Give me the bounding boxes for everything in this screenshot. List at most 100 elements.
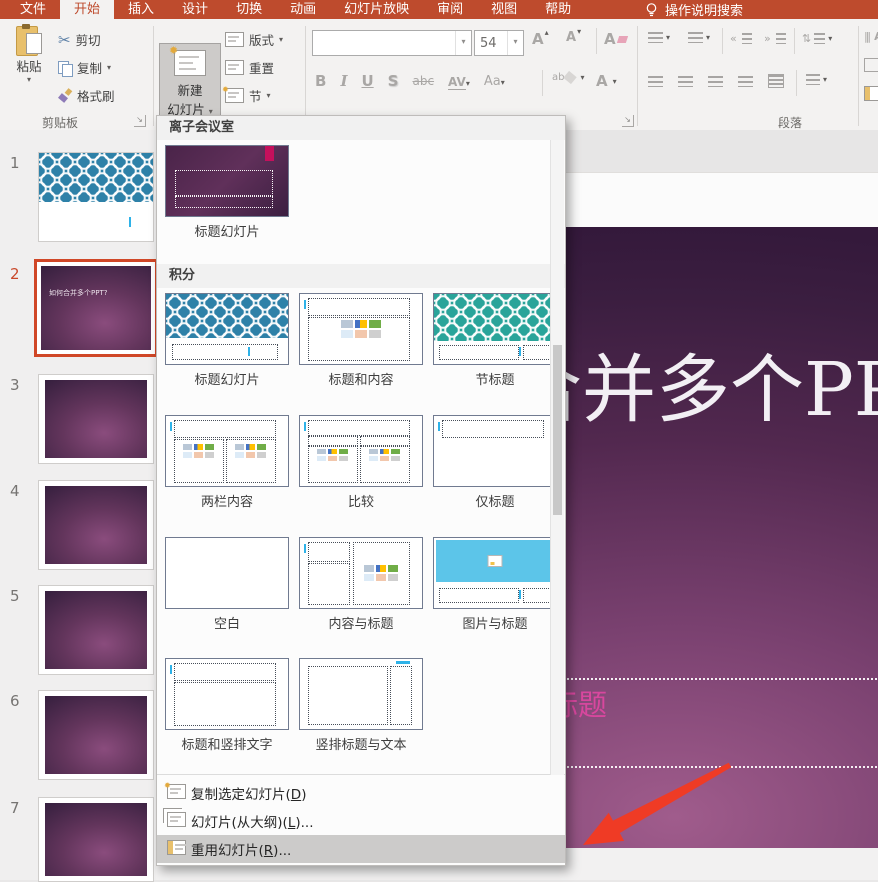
tab-animations[interactable]: 动画 — [276, 0, 330, 19]
slide-1-thumb[interactable] — [38, 152, 154, 242]
align-center-button[interactable] — [678, 76, 693, 87]
clear-formatting-button[interactable]: A — [604, 30, 627, 48]
layout-option-title-slide[interactable]: 标题幻灯片 — [165, 293, 289, 388]
font-dialog-launcher[interactable]: ↘ — [622, 115, 634, 127]
layout-option-title-and-content[interactable]: 标题和内容 — [299, 293, 423, 388]
change-case-button[interactable]: Aa▾ — [484, 73, 505, 89]
tab-design[interactable]: 设计 — [168, 0, 222, 19]
layout-option-section-header[interactable]: 节标题 — [433, 293, 557, 388]
slide-2-thumb-selected[interactable]: 如何合并多个PPT? — [34, 259, 158, 357]
layout-option-picture-with-caption[interactable]: 图片与标题 — [433, 537, 557, 632]
distribute-button[interactable] — [768, 74, 784, 88]
bullets-button[interactable]: ▾ — [648, 32, 670, 43]
layout-thumbnail — [299, 537, 423, 609]
font-color-button[interactable]: A ▾ — [596, 72, 617, 90]
decrease-font-button[interactable]: A▾ — [566, 30, 585, 45]
align-left-button[interactable] — [648, 76, 663, 87]
layout-option-blank[interactable]: 空白 — [165, 537, 289, 632]
menu-item-duplicate-selected-slides[interactable]: ✹ 复制选定幻灯片(D) — [157, 779, 565, 807]
increase-font-button[interactable]: A▴ — [532, 30, 553, 48]
justify-button[interactable] — [738, 76, 753, 87]
menu-item-reuse-slides[interactable]: 重用幻灯片(R)... — [157, 835, 565, 863]
layout-option-comparison[interactable]: 比较 — [299, 415, 423, 510]
copy-dropdown-arrow[interactable]: ▾ — [107, 63, 111, 72]
cut-label: 剪切 — [76, 30, 101, 49]
decrease-indent-button[interactable]: « — [730, 32, 752, 45]
line-spacing-icon — [814, 33, 825, 44]
underline-button[interactable]: U — [361, 72, 373, 90]
paste-button[interactable]: 粘贴 ▾ — [6, 24, 52, 84]
section-button[interactable]: ✹ 节 ▾ — [225, 86, 271, 105]
layout-thumbnail — [299, 415, 423, 487]
layout-thumbnail — [433, 415, 557, 487]
text-shadow-button[interactable]: S — [388, 72, 399, 90]
slide-4-thumb[interactable] — [38, 480, 154, 570]
slide-6-thumb[interactable] — [38, 690, 154, 780]
tab-home[interactable]: 开始 — [60, 0, 114, 19]
menu-scrollbar-thumb[interactable] — [553, 345, 562, 515]
cut-button[interactable]: ✂ 剪切 — [58, 30, 101, 49]
layout-label: 两栏内容 — [165, 491, 289, 510]
tell-me-search[interactable]: 操作说明搜索 — [645, 0, 743, 19]
new-slide-label-1: 新建 — [177, 80, 202, 99]
align-text-button[interactable] — [864, 58, 878, 72]
italic-button[interactable]: I — [340, 72, 347, 90]
slide-number: 2 — [10, 265, 20, 283]
font-style-buttons: B I U S abc AV▾ Aa▾ — [315, 72, 505, 90]
font-name-combobox[interactable]: ▾ — [312, 30, 472, 56]
strikethrough-button[interactable]: abc — [412, 74, 434, 88]
tab-view[interactable]: 视图 — [477, 0, 531, 19]
text-direction-button[interactable]: |||A — [864, 30, 878, 43]
increase-indent-icon — [776, 33, 786, 44]
copy-button[interactable]: 复制 ▾ — [58, 58, 111, 77]
layout-option-ion-title-slide[interactable]: 标题幻灯片 — [165, 145, 289, 240]
font-size-combobox[interactable]: 54 ▾ — [474, 30, 524, 56]
picture-icon — [488, 555, 503, 567]
format-painter-button[interactable]: 格式刷 — [58, 86, 115, 105]
layout-thumbnail — [433, 537, 557, 609]
font-size-dropdown-arrow[interactable]: ▾ — [507, 31, 523, 55]
menu-item-slides-from-outline[interactable]: 幻灯片(从大纲)(L)... — [157, 807, 565, 835]
font-name-dropdown-arrow[interactable]: ▾ — [455, 31, 471, 55]
tab-slideshow[interactable]: 幻灯片放映 — [330, 0, 423, 19]
convert-smartart-button[interactable] — [864, 86, 878, 101]
menu-scrollbar[interactable] — [550, 140, 564, 775]
alignment-buttons — [648, 74, 784, 88]
layout-label: 标题和内容 — [299, 369, 423, 388]
layout-option-content-with-caption[interactable]: 内容与标题 — [299, 537, 423, 632]
tab-help[interactable]: 帮助 — [531, 0, 585, 19]
slide-7-thumb[interactable] — [38, 797, 154, 882]
character-spacing-button[interactable]: AV▾ — [448, 74, 470, 89]
layout-option-two-content[interactable]: 两栏内容 — [165, 415, 289, 510]
layout-thumbnail — [165, 293, 289, 365]
slide-5-thumb[interactable] — [38, 585, 154, 675]
paste-dropdown-arrow[interactable]: ▾ — [27, 75, 31, 84]
numbering-button[interactable]: ▾ — [688, 32, 710, 43]
bold-button[interactable]: B — [315, 72, 326, 90]
theme-section-header-integral: 积分 — [157, 264, 565, 288]
line-spacing-button[interactable]: ⇅▾ — [802, 32, 832, 45]
layout-thumbnail — [165, 537, 289, 609]
group-separator — [637, 26, 638, 126]
slide-1-pattern — [39, 153, 153, 202]
clipboard-dialog-launcher[interactable]: ↘ — [134, 115, 146, 127]
reset-icon — [225, 60, 244, 75]
layout-button[interactable]: 版式 ▾ — [225, 30, 283, 49]
slide-number: 3 — [10, 376, 20, 394]
slide-3-thumb[interactable] — [38, 374, 154, 464]
highlight-pen-icon — [564, 71, 577, 84]
tab-file[interactable]: 文件 — [0, 0, 60, 19]
reset-button[interactable]: 重置 — [225, 58, 274, 77]
columns-button[interactable]: ▾ — [806, 74, 827, 85]
tab-insert[interactable]: 插入 — [114, 0, 168, 19]
layout-option-vertical-title-and-text[interactable]: 竖排标题与文本 — [299, 658, 423, 753]
tab-review[interactable]: 审阅 — [423, 0, 477, 19]
slide-2-title-text: 如何合并多个PPT? — [49, 289, 107, 297]
numbering-icon — [688, 32, 703, 43]
increase-indent-button[interactable]: » — [764, 32, 786, 45]
layout-option-title-and-vertical-text[interactable]: 标题和竖排文字 — [165, 658, 289, 753]
align-right-button[interactable] — [708, 76, 723, 87]
highlight-button[interactable]: ab ▾ — [552, 72, 585, 83]
layout-option-title-only[interactable]: 仅标题 — [433, 415, 557, 510]
tab-transitions[interactable]: 切换 — [222, 0, 276, 19]
